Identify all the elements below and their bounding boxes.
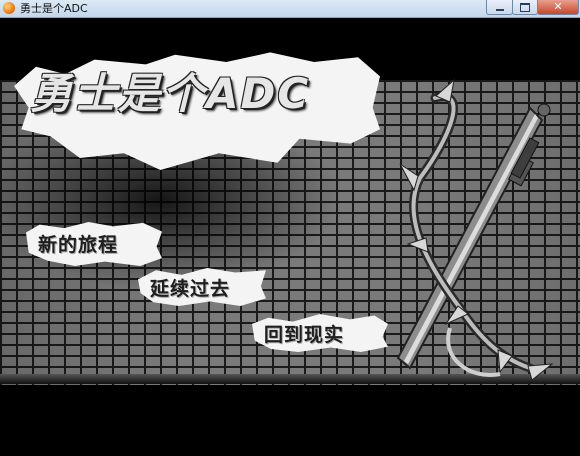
crossed-swords-artwork — [396, 78, 554, 381]
close-icon: ✕ — [553, 0, 563, 13]
title-bar[interactable]: 勇士是个ADC ✕ — [0, 0, 580, 18]
game-title-logo: 勇士是个ADC — [30, 69, 311, 118]
exit-button[interactable]: 回到现实 — [264, 320, 344, 347]
minimize-icon — [495, 9, 504, 11]
continue-button[interactable]: 延续过去 — [150, 274, 230, 301]
window-title: 勇士是个ADC — [20, 2, 88, 15]
game-window: 勇士是个ADC ✕ 勇士是个ADC 新的旅程 延续过去 回到现实 — [0, 0, 580, 456]
maximize-button[interactable] — [512, 0, 538, 15]
game-scene: 勇士是个ADC 新的旅程 延续过去 回到现实 — [0, 18, 580, 456]
minimize-button[interactable] — [486, 0, 513, 15]
app-orb-icon — [3, 2, 15, 14]
new-game-button[interactable]: 新的旅程 — [38, 230, 118, 257]
maximize-icon — [520, 2, 530, 12]
close-button[interactable]: ✕ — [537, 0, 579, 15]
